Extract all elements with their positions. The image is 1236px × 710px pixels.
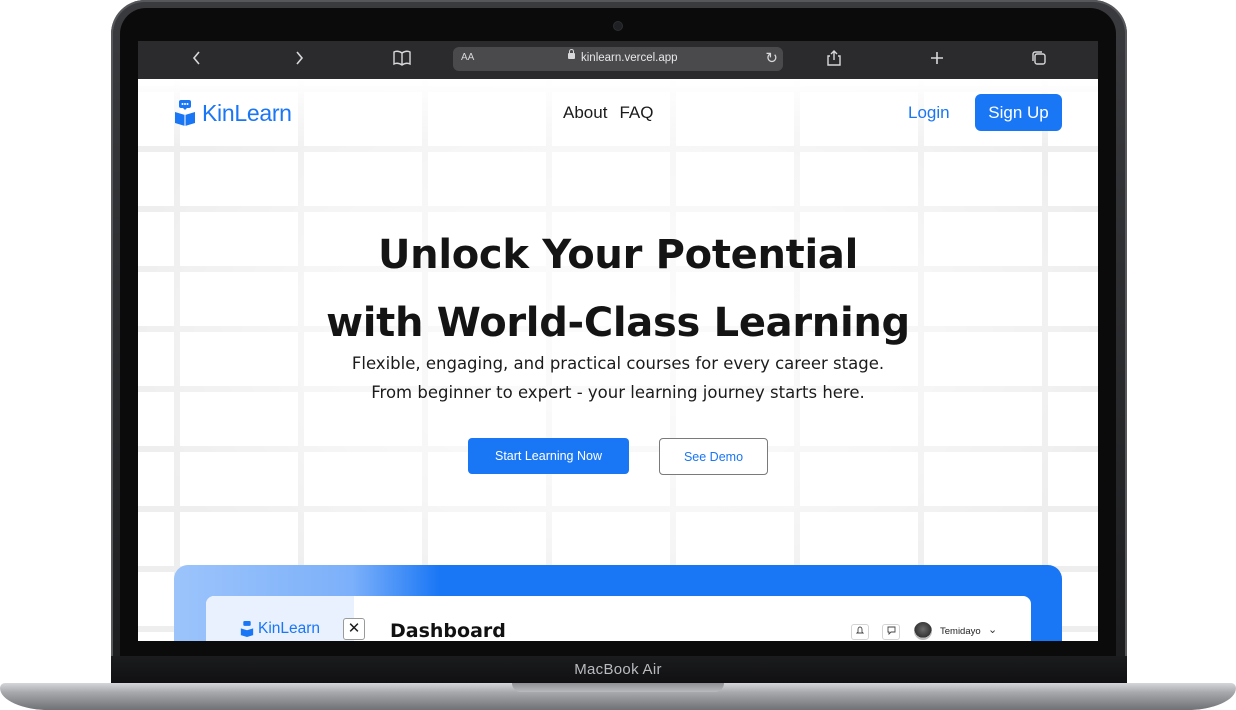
hero-subtitle-line-2: From beginner to expert - your learning … [371,383,865,402]
tabs-overview-icon[interactable] [1027,49,1051,71]
dashboard-preview-card: KinLearn ✕ Dashboard Temidayo ⌄ [206,596,1031,641]
kinlearn-logo-icon [175,100,195,126]
lock-icon [568,49,575,59]
bookmarks-icon[interactable] [390,49,414,71]
address-bar[interactable]: AA kinlearn.vercel.app ↻ [453,47,783,71]
device-model-label: MacBook Air [574,661,662,678]
camera-icon [614,22,622,30]
brand-logo[interactable]: KinLearn [174,98,292,128]
reload-icon[interactable]: ↻ [765,49,778,67]
laptop-screen: AA kinlearn.vercel.app ↻ KinLearn About … [138,41,1098,641]
hero-subtitle-line-1: Flexible, engaging, and practical course… [351,354,885,373]
new-tab-icon[interactable] [925,49,949,71]
hero-title: Unlock Your Potential with World-Class L… [138,221,1098,357]
preview-dashboard-title: Dashboard [390,620,506,641]
message-icon [882,624,900,640]
nav-link-about[interactable]: About [563,103,607,123]
nav-link-faq[interactable]: FAQ [619,103,653,123]
laptop-hinge-notch [512,683,724,692]
login-link[interactable]: Login [908,103,950,123]
forward-icon[interactable] [287,49,311,71]
preview-user-name: Temidayo [940,626,981,637]
main-nav: About FAQ [563,103,653,123]
chevron-down-icon: ⌄ [988,624,998,636]
bell-icon [851,624,869,640]
text-size-button[interactable]: AA [461,52,474,63]
url-text[interactable]: kinlearn.vercel.app [581,52,678,64]
preview-sidebar: KinLearn [206,596,354,641]
preview-brand-logo: KinLearn [240,620,320,638]
signup-button[interactable]: Sign Up [975,94,1062,131]
kinlearn-logo-icon [240,621,254,637]
brand-name: KinLearn [202,99,292,126]
dashboard-preview: KinLearn ✕ Dashboard Temidayo ⌄ [174,565,1062,641]
avatar [914,622,932,640]
hero-title-line-2: with World-Class Learning [326,300,910,346]
hero-title-line-1: Unlock Your Potential [377,232,859,278]
see-demo-button[interactable]: See Demo [659,438,768,475]
hero-subtitle: Flexible, engaging, and practical course… [138,349,1098,407]
back-icon[interactable] [185,49,209,71]
start-learning-button[interactable]: Start Learning Now [468,438,629,474]
share-icon[interactable] [822,49,846,71]
close-icon: ✕ [343,618,365,640]
preview-brand-name: KinLearn [258,620,321,637]
web-page: KinLearn About FAQ Login Sign Up Unlock … [138,79,1098,641]
browser-toolbar: AA kinlearn.vercel.app ↻ [138,41,1098,79]
